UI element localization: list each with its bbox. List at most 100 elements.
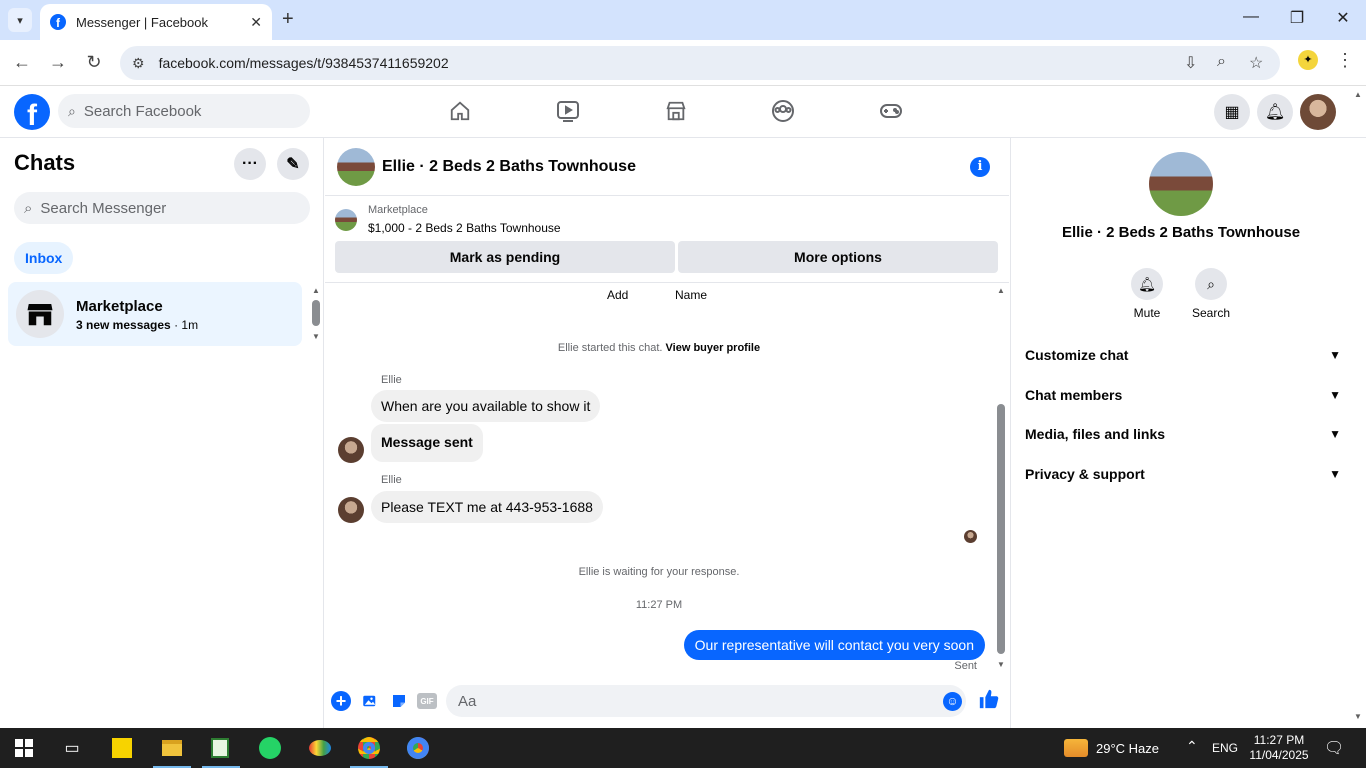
facebook-favicon-icon: f [50, 14, 66, 30]
more-options-icon[interactable]: ··· [234, 148, 266, 180]
view-buyer-profile-link[interactable]: View buyer profile [666, 342, 761, 354]
thumbs-up-icon[interactable] [978, 688, 1000, 716]
facebook-search[interactable]: ⌕ Search Facebook [58, 94, 310, 128]
bookmark-star-icon[interactable]: ☆ [1249, 53, 1263, 73]
language-indicator[interactable]: ENG [1212, 741, 1238, 755]
more-options-button[interactable]: More options [678, 241, 998, 273]
notifications-bell-icon[interactable]: 🔔︎ [1257, 94, 1293, 130]
scroll-thumb[interactable] [997, 404, 1005, 654]
scroll-down-icon[interactable]: ▼ [1354, 712, 1362, 721]
message-bubble[interactable]: Please TEXT me at 443-953-1688 [371, 491, 603, 523]
tab-close-icon[interactable]: ✕ [250, 14, 262, 31]
sender-avatar[interactable] [338, 497, 364, 523]
attach-image-icon[interactable] [360, 691, 380, 711]
url-bar[interactable]: ⚙ facebook.com/messages/t/93845374116592… [120, 46, 1280, 80]
section-label: Customize chat [1025, 347, 1129, 363]
url-text: facebook.com/messages/t/9384537411659202 [158, 55, 449, 71]
message-bubble[interactable]: Message sent [371, 424, 483, 462]
tab-search-icon[interactable]: ▾ [8, 8, 32, 32]
search-conversation-button[interactable]: ⌕ Search [1181, 268, 1241, 320]
message-input[interactable] [446, 685, 966, 717]
search-icon: ⌕ [1195, 268, 1227, 300]
tray-expand-icon[interactable]: ⌃ [1186, 738, 1198, 755]
new-message-icon[interactable]: ✎ [277, 148, 309, 180]
mark-as-pending-button[interactable]: Mark as pending [335, 241, 675, 273]
page-scrollbar[interactable]: ▲ ▼ [1352, 88, 1366, 728]
account-avatar[interactable] [1300, 94, 1336, 130]
reload-icon[interactable]: ↻ [82, 52, 106, 73]
outgoing-message-bubble[interactable]: Our representative will contact you very… [683, 630, 985, 660]
chat-list-scrollbar[interactable]: ▲ ▼ [312, 286, 320, 341]
message-scrollbar[interactable]: ▲ ▼ [995, 284, 1007, 670]
listing-title[interactable]: $1,000 - 2 Beds 2 Baths Townhouse [368, 221, 561, 235]
add-action[interactable]: Add [607, 288, 628, 302]
listing-profile-picture[interactable] [1149, 152, 1213, 216]
notification-center-icon[interactable]: 🗨︎ [1324, 738, 1344, 758]
section-privacy-support[interactable]: Privacy & support ▼ [1025, 459, 1341, 489]
sender-avatar[interactable] [338, 437, 364, 463]
install-app-icon[interactable]: ⇩ [1184, 53, 1197, 73]
inbox-tab[interactable]: Inbox [14, 242, 74, 274]
section-label: Privacy & support [1025, 466, 1145, 482]
forward-icon[interactable]: → [46, 52, 70, 73]
zoom-icon[interactable]: ⌕ [1217, 53, 1226, 71]
new-tab-icon[interactable]: + [282, 8, 294, 31]
browser-tab[interactable]: f Messenger | Facebook ✕ [40, 4, 272, 40]
menu-grid-icon[interactable]: ▦ [1214, 94, 1250, 130]
home-icon[interactable] [446, 98, 474, 124]
scroll-thumb[interactable] [312, 300, 320, 326]
scroll-down-icon[interactable]: ▼ [997, 660, 1005, 669]
paint-app-icon[interactable] [308, 736, 332, 760]
gaming-icon[interactable] [877, 98, 905, 124]
section-customize-chat[interactable]: Customize chat ▼ [1025, 340, 1341, 370]
sent-status: Sent [954, 660, 977, 672]
message-composer: + GIF ☺ [325, 678, 1009, 728]
mute-button[interactable]: 🔔︎ Mute [1117, 268, 1177, 320]
name-action[interactable]: Name [675, 288, 707, 302]
whatsapp-icon[interactable] [258, 736, 282, 760]
extension-icon[interactable]: ✦ [1298, 50, 1318, 70]
minimize-icon[interactable]: — [1236, 8, 1266, 26]
listing-thumbnail[interactable] [335, 209, 357, 231]
message-bubble[interactable]: When are you available to show it [371, 390, 601, 422]
section-media-files-links[interactable]: Media, files and links ▼ [1025, 419, 1341, 449]
back-icon[interactable]: ← [10, 52, 34, 73]
messenger-search-input[interactable]: ⌕ Search Messenger [14, 192, 310, 224]
chrome-icon[interactable] [357, 736, 381, 760]
groups-icon[interactable] [769, 98, 797, 124]
file-explorer-icon[interactable] [160, 736, 184, 760]
conversation-title[interactable]: Ellie · 2 Beds 2 Baths Townhouse [382, 158, 636, 176]
site-info-icon[interactable]: ⚙ [132, 55, 145, 72]
scroll-up-icon[interactable]: ▲ [997, 286, 1005, 295]
browser-menu-icon[interactable]: ⋮ [1336, 50, 1354, 71]
scroll-down-icon[interactable]: ▼ [312, 332, 320, 341]
gif-icon[interactable]: GIF [417, 693, 437, 709]
weather-text: 29°C Haze [1096, 740, 1160, 756]
listing-avatar[interactable] [337, 148, 375, 186]
chat-item-marketplace[interactable]: Marketplace 3 new messages · 1m [8, 282, 302, 346]
scroll-up-icon[interactable]: ▲ [312, 286, 320, 295]
sticky-notes-icon[interactable] [110, 736, 134, 760]
search-icon: ⌕ [68, 102, 76, 119]
window-close-icon[interactable]: ✕ [1328, 8, 1358, 28]
windows-start-icon[interactable] [12, 736, 36, 760]
facebook-logo-icon[interactable]: f [14, 94, 50, 130]
spreadsheet-app-icon[interactable] [208, 736, 232, 760]
section-chat-members[interactable]: Chat members ▼ [1025, 380, 1341, 410]
task-view-icon[interactable]: ▭ [60, 736, 84, 760]
info-icon[interactable]: i [970, 157, 990, 177]
scroll-up-icon[interactable]: ▲ [1354, 90, 1362, 99]
video-icon[interactable] [554, 98, 582, 124]
plus-icon[interactable]: + [331, 691, 351, 711]
marketplace-icon[interactable] [662, 98, 690, 124]
conversation-header: Ellie · 2 Beds 2 Baths Townhouse i [325, 138, 1009, 196]
chat-started-text: Ellie started this chat. [557, 342, 663, 354]
weather-widget[interactable]: 29°C Haze [1064, 739, 1159, 757]
browser-tab-strip: ▾ f Messenger | Facebook ✕ + — ❐ ✕ [0, 0, 1366, 40]
chrome-active-icon[interactable] [406, 736, 430, 760]
sticker-icon[interactable] [389, 691, 409, 711]
restore-icon[interactable]: ❐ [1282, 8, 1312, 28]
system-clock[interactable]: 11:27 PM 11/04/2025 [1248, 733, 1310, 763]
emoji-icon[interactable]: ☺ [943, 692, 962, 711]
chevron-down-icon: ▼ [1329, 348, 1341, 362]
